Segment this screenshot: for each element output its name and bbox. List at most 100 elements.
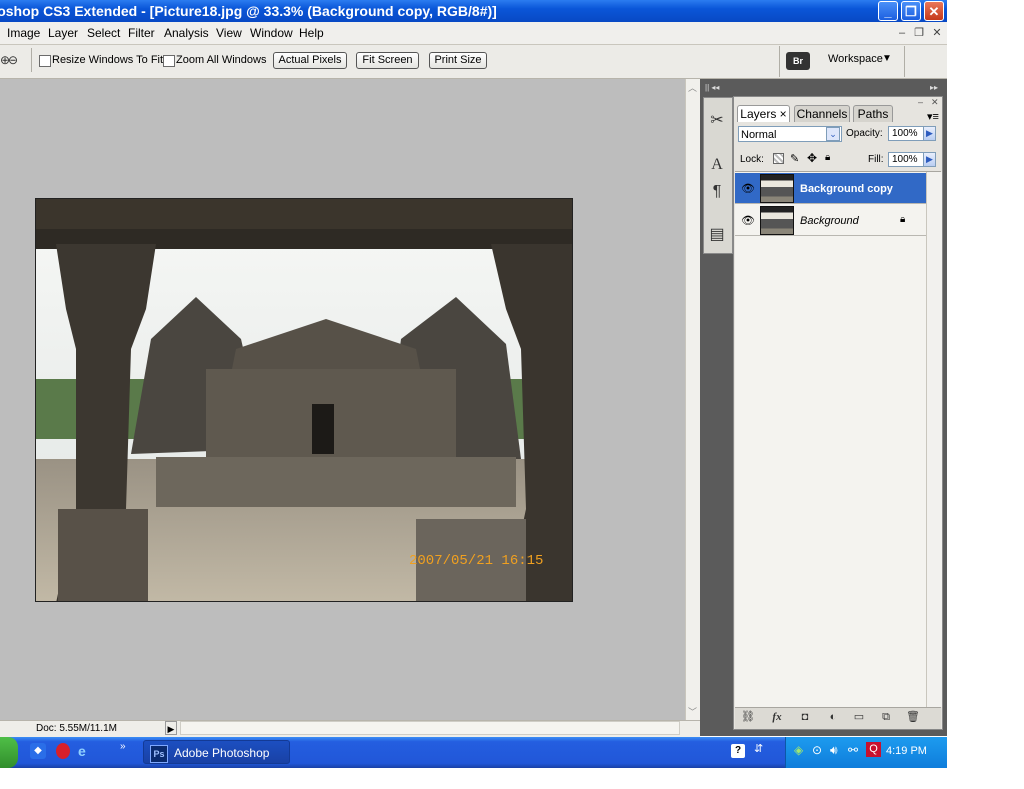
doc-close-icon[interactable]: ✕ [930, 26, 944, 40]
window-title: otoshop CS3 Extended - [Picture18.jpg @ … [0, 3, 497, 19]
menu-view[interactable]: View [216, 26, 242, 40]
volume-icon[interactable]: 🔊︎ [830, 743, 838, 758]
new-layer-icon[interactable]: ⧉ [878, 710, 894, 724]
doc-size-readout[interactable]: Doc: 5.55M/11.1M [36, 723, 117, 734]
zoom-all-windows-label: Zoom All Windows [176, 54, 267, 66]
taskbar-item-photoshop[interactable]: Ps Adobe Photoshop CS... [143, 740, 290, 784]
expand-right-icon[interactable]: ▸▸ [930, 83, 938, 92]
layers-list [735, 171, 941, 708]
zoom-all-windows-checkbox[interactable] [163, 55, 175, 67]
internet-explorer-icon[interactable]: e [78, 743, 86, 759]
trash-icon[interactable]: 🗑︎ [905, 710, 921, 724]
separator [779, 46, 780, 77]
separator [31, 48, 32, 72]
workspace-dropdown-icon[interactable]: ▼ [882, 53, 892, 64]
doc-minimize-icon[interactable]: ‒ [895, 26, 909, 40]
blend-mode-value: Normal [741, 129, 777, 141]
opacity-field[interactable]: 100% [888, 126, 924, 141]
layer-comps-icon[interactable]: ▤ [706, 224, 728, 246]
menu-layer[interactable]: Layer [48, 26, 78, 40]
character-panel-icon[interactable]: A [706, 154, 728, 176]
photo-timestamp: 2007/05/21 16:15 [409, 553, 543, 569]
fill-arrow-icon[interactable]: ▶ [923, 152, 936, 167]
menu-window[interactable]: Window [250, 26, 293, 40]
minimize-button[interactable]: _ [878, 1, 898, 21]
resize-windows-label: Resize Windows To Fit [52, 54, 164, 66]
status-menu-arrow-icon[interactable]: ▶ [165, 721, 177, 735]
tab-close-icon[interactable]: × [780, 107, 787, 121]
resize-windows-checkbox[interactable] [39, 55, 51, 67]
canvas-vertical-scrollbar[interactable]: ︿ ﹀ [685, 79, 701, 720]
quicklaunch-app-icon[interactable]: ◆ [30, 743, 46, 759]
menu-help[interactable]: Help [299, 26, 324, 40]
tray-search-icon[interactable]: Q [866, 742, 881, 757]
adjustment-layer-icon[interactable]: ◐ [825, 710, 841, 724]
opacity-label: Opacity: [846, 128, 883, 139]
tray-network-icon[interactable]: ⚯ [848, 743, 858, 757]
close-button[interactable]: ✕ [924, 1, 944, 21]
menu-image[interactable]: Image [7, 26, 40, 40]
close-icon: ✕ [928, 4, 940, 19]
quicklaunch-overflow-icon[interactable]: » [120, 741, 126, 752]
menu-filter[interactable]: Filter [128, 26, 155, 40]
scroll-down-icon[interactable]: ﹀ [688, 705, 697, 718]
lock-label: Lock: [740, 154, 764, 165]
taskbar-clock[interactable]: 4:19 PM [886, 745, 927, 757]
add-mask-icon[interactable]: ◘ [797, 710, 813, 724]
visibility-eye-icon[interactable]: 👁︎ [741, 214, 755, 227]
doc-restore-icon[interactable]: ❐ [912, 26, 926, 40]
actual-pixels-button[interactable]: Actual Pixels [273, 52, 347, 69]
print-size-button[interactable]: Print Size [429, 52, 487, 69]
network-icon[interactable]: ⇵ [754, 742, 763, 755]
menu-analysis[interactable]: Analysis [164, 26, 209, 40]
opera-icon[interactable] [56, 743, 70, 759]
canvas-horizontal-scrollbar[interactable] [180, 721, 680, 735]
tab-paths[interactable]: Paths [853, 105, 893, 122]
workspace-menu[interactable]: Workspace [828, 53, 883, 65]
layer-style-icon[interactable]: fx [769, 710, 785, 724]
layer-name[interactable]: Background copy [800, 183, 893, 195]
opacity-arrow-icon[interactable]: ▶ [923, 126, 936, 141]
link-layers-icon[interactable]: ⛓︎ [740, 710, 756, 724]
title-bar[interactable]: otoshop CS3 Extended - [Picture18.jpg @ … [0, 0, 947, 22]
layer-thumbnail [760, 174, 794, 203]
layers-scrollbar[interactable] [926, 172, 942, 707]
paragraph-panel-icon[interactable]: ¶ [706, 181, 728, 203]
layer-lock-icon: 🔒︎ [900, 214, 906, 225]
bridge-icon[interactable]: Br [786, 52, 810, 70]
chevron-down-icon[interactable]: ⌄ [826, 127, 840, 141]
start-button[interactable] [0, 737, 18, 768]
lock-image-pixels-icon[interactable]: ✎ [790, 152, 799, 165]
layer-name[interactable]: Background [800, 215, 859, 227]
desktop-edge [947, 0, 1024, 768]
lock-transparent-pixels-icon[interactable] [773, 153, 784, 164]
fit-screen-button[interactable]: Fit Screen [356, 52, 419, 69]
tray-app-icon[interactable]: ⊙ [812, 743, 822, 757]
scroll-up-icon[interactable]: ︿ [688, 81, 697, 94]
tab-layers[interactable]: Layers × [737, 105, 790, 122]
visibility-eye-icon[interactable]: 👁︎ [741, 182, 755, 195]
fill-field[interactable]: 100% [888, 152, 924, 167]
tab-channels[interactable]: Channels [794, 105, 850, 122]
layer-thumbnail [760, 206, 794, 235]
temple-photo: 2007/05/21 16:15 [36, 199, 572, 601]
restore-button[interactable]: ❐ [901, 1, 921, 21]
help-icon[interactable]: ? [731, 744, 745, 758]
tray-shield-icon[interactable]: ◈ [794, 743, 803, 757]
tool-presets-icon[interactable]: ✂ [706, 110, 728, 132]
fill-label: Fill: [868, 154, 884, 165]
lock-all-icon[interactable]: 🔒︎ [825, 152, 830, 163]
restore-icon: ❐ [905, 4, 917, 19]
document-image[interactable]: 2007/05/21 16:15 [35, 198, 573, 602]
zoom-out-icon[interactable]: ⊖ [8, 53, 18, 67]
collapse-left-icon[interactable]: || ◂◂ [705, 83, 719, 92]
panel-menu-icon[interactable]: ▾≡ [927, 110, 939, 123]
panel-minimize-icon[interactable]: ‒ [918, 97, 923, 107]
lock-position-icon[interactable]: ✥ [807, 151, 817, 165]
tab-layers-label: Layers [740, 107, 777, 121]
panel-close-icon[interactable]: ✕ [931, 97, 939, 108]
new-group-icon[interactable]: ▭ [851, 710, 867, 724]
minimize-icon: _ [884, 4, 892, 19]
status-bar: Doc: 5.55M/11.1M ▶ [0, 720, 700, 737]
menu-select[interactable]: Select [87, 26, 120, 40]
